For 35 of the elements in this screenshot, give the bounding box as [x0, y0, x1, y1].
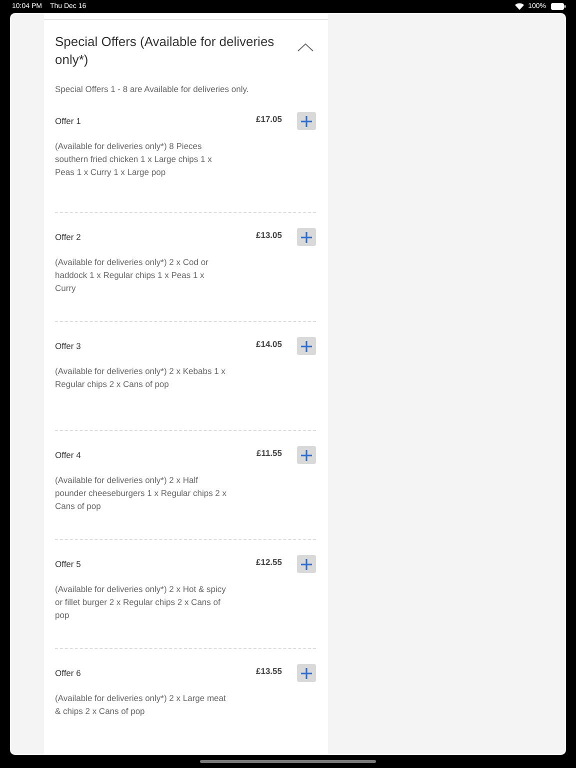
offer-name: Offer 6 [55, 668, 82, 678]
plus-icon [301, 558, 312, 570]
offer-name: Offer 3 [55, 341, 82, 351]
offer-description: (Available for deliveries only*) 2 x Half pounder cheeseburgers 1 x Regular chips 2 x Cans of pop [55, 474, 227, 513]
offer-price: £17.05 [256, 114, 282, 124]
offer-price: £13.55 [256, 666, 282, 676]
offer-description: (Available for deliveries only*) 2 x Kebabs 1 x Regular chips 2 x Cans of pop [55, 365, 226, 391]
offer-description: (Available for deliveries only*) 2 x Cod or haddock 1 x Regular chips 1 x Peas 1 x Curry [55, 256, 210, 295]
plus-icon [301, 340, 312, 352]
wifi-icon [515, 3, 524, 10]
collapse-chevron-icon[interactable] [297, 43, 314, 52]
add-button[interactable] [297, 337, 316, 355]
add-button[interactable] [297, 555, 316, 573]
offer-name: Offer 1 [55, 116, 82, 126]
plus-icon [301, 232, 312, 242]
offer-price: £14.05 [256, 339, 282, 349]
add-button[interactable] [297, 446, 316, 464]
battery-icon [551, 3, 566, 10]
plus-icon [301, 116, 312, 126]
add-button[interactable] [297, 664, 316, 682]
offer-name: Offer 5 [55, 559, 82, 569]
section-note: Special Offers 1 - 8 are Available for deliveries only. [55, 84, 250, 94]
offer-name: Offer 4 [55, 450, 82, 460]
offer-description: (Available for deliveries only*) 8 Pieces southern fried chicken 1 x Large chips 1 x Peas 1 x Curry 1 x Large pop [55, 140, 213, 179]
offer-description: (Available for deliveries only*) 2 x Hot & spicy or fillet burger 2 x Regular chips 2 x Cans of pop [55, 583, 227, 622]
offer-price: £11.55 [256, 448, 282, 458]
section-title: Special Offers (Available for deliveries only*) [55, 33, 276, 69]
offer-description: (Available for deliveries only*) 2 x Large meat & chips 2 x Cans of pop [55, 692, 227, 718]
plus-icon [301, 450, 312, 460]
offer-price: £13.05 [256, 230, 282, 240]
offer-price: £12.55 [256, 557, 282, 567]
add-button[interactable] [297, 228, 316, 246]
plus-icon [301, 668, 312, 678]
offer-name: Offer 2 [55, 232, 82, 242]
add-button[interactable] [297, 112, 316, 130]
